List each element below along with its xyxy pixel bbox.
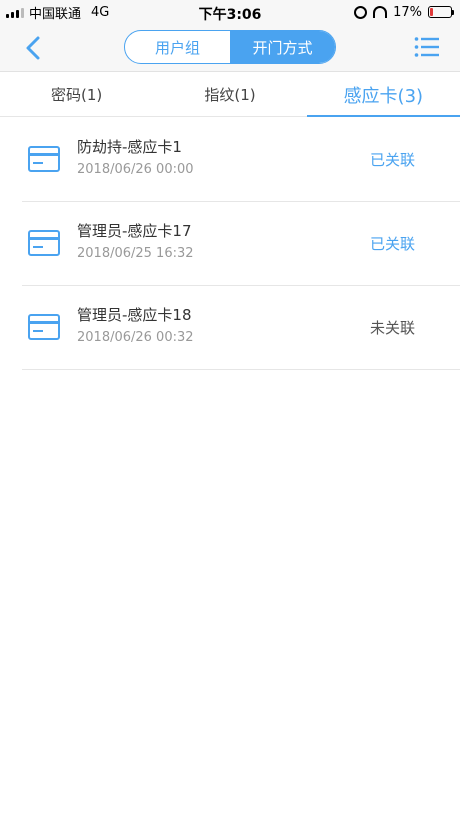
tab-bar: 密码(1) 指纹(1) 感应卡(3)	[0, 73, 460, 117]
segment-unlock-method[interactable]: 开门方式	[230, 31, 335, 63]
list-item[interactable]: 管理员-感应卡17 2018/06/25 16:32 已关联	[22, 202, 460, 286]
tab-fingerprint[interactable]: 指纹(1)	[153, 73, 306, 116]
rotation-lock-icon	[354, 5, 368, 19]
card-status: 已关联	[369, 151, 415, 169]
list-item[interactable]: 防劫持-感应卡1 2018/06/26 00:00 已关联	[22, 118, 460, 202]
card-date: 2018/06/25 16:32	[77, 246, 194, 261]
chevron-left-icon	[26, 36, 40, 60]
list-item[interactable]: 管理员-感应卡18 2018/06/26 00:32 未关联	[22, 286, 460, 370]
segmented-control: 用户组 开门方式	[124, 30, 336, 64]
status-bar: 中国联通 4G 下午3:06 17%	[0, 0, 460, 24]
tab-password[interactable]: 密码(1)	[0, 73, 153, 116]
card-date: 2018/06/26 00:00	[77, 162, 194, 177]
list-menu-icon	[414, 37, 439, 57]
headphones-icon	[373, 6, 388, 18]
card-status: 已关联	[369, 235, 415, 253]
card-icon	[28, 146, 60, 172]
tab-card[interactable]: 感应卡(3)	[306, 73, 460, 117]
card-name: 防劫持-感应卡1	[77, 138, 182, 156]
card-list: 防劫持-感应卡1 2018/06/26 00:00 已关联 管理员-感应卡17 …	[22, 118, 460, 370]
card-icon	[28, 230, 60, 256]
card-icon	[28, 314, 60, 340]
card-name: 管理员-感应卡18	[77, 306, 192, 324]
battery-fill	[430, 8, 433, 16]
menu-button[interactable]	[414, 36, 440, 58]
segment-user-group[interactable]: 用户组	[125, 31, 230, 63]
navigation-bar: 用户组 开门方式	[0, 24, 460, 72]
card-name: 管理员-感应卡17	[77, 222, 192, 240]
back-button[interactable]	[20, 34, 48, 62]
card-status: 未关联	[369, 319, 415, 337]
battery-percent-label: 17%	[393, 4, 422, 20]
card-date: 2018/06/26 00:32	[77, 330, 194, 345]
status-bar-right: 17%	[354, 4, 454, 20]
battery-icon	[428, 6, 454, 18]
